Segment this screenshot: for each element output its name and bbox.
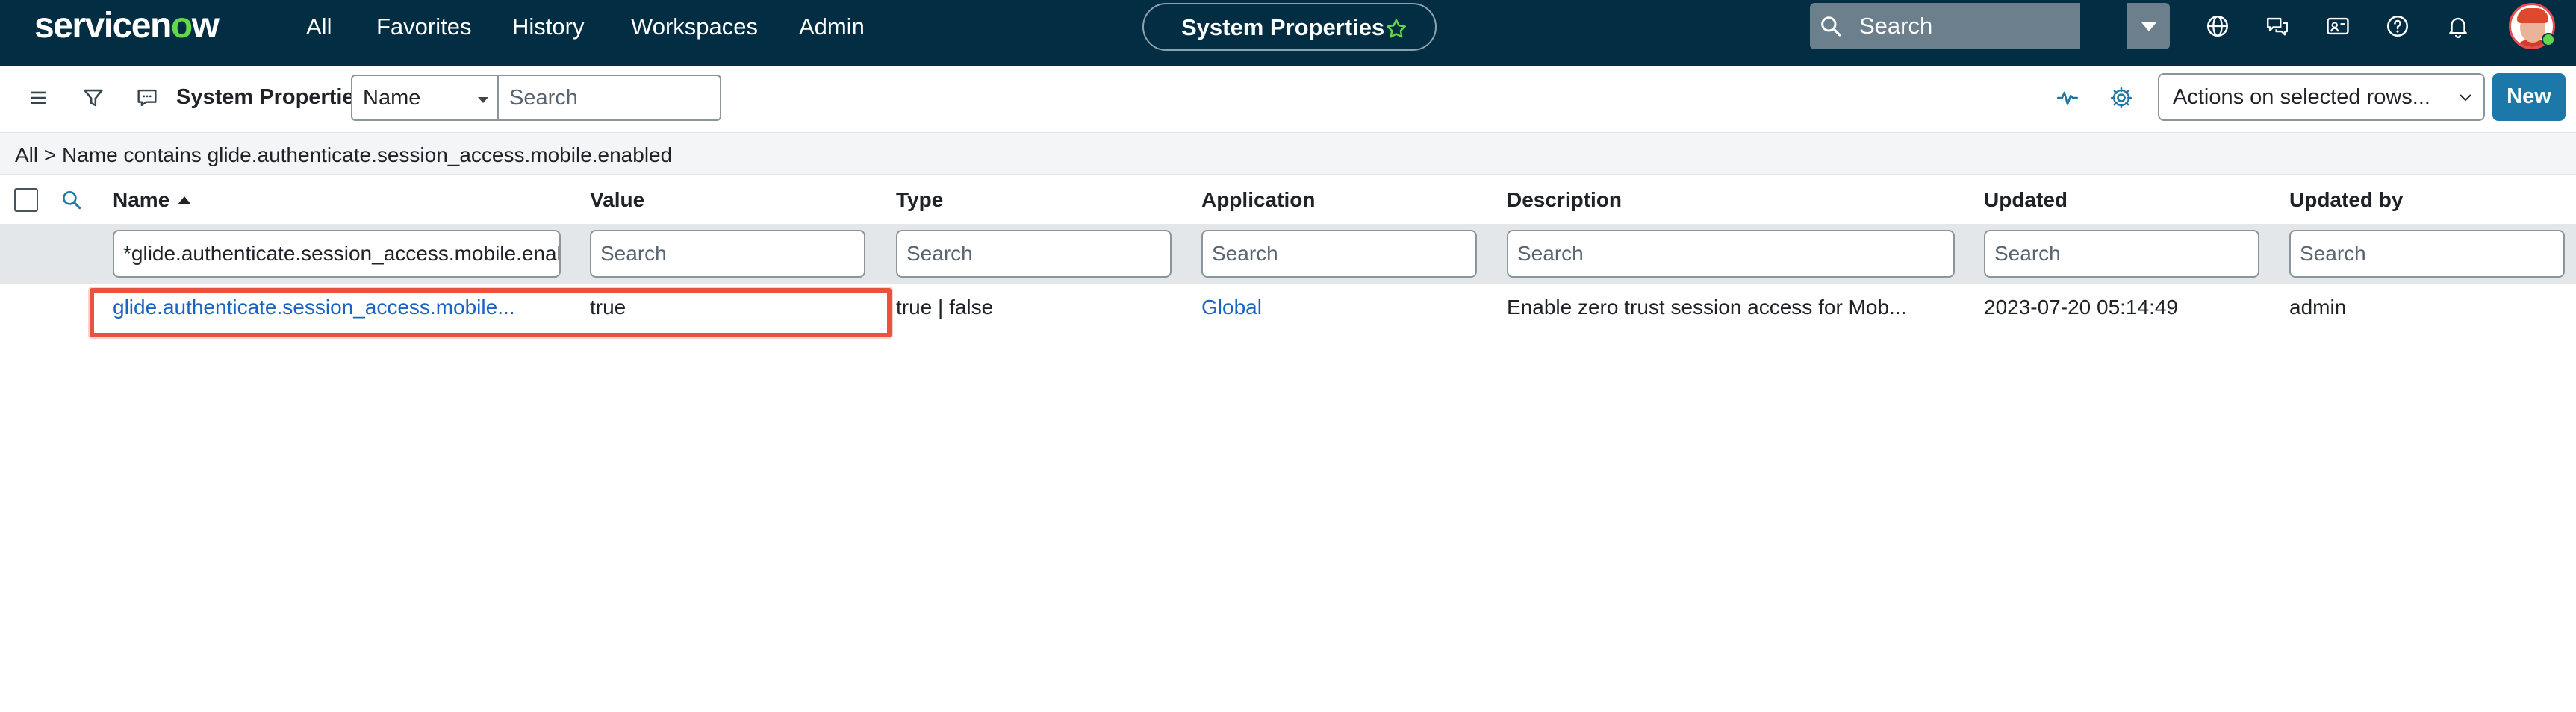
table-row: glide.authenticate.session_access.mobile… bbox=[0, 284, 2576, 333]
cell-application-link[interactable]: Global bbox=[1201, 293, 1262, 322]
breadcrumb-text[interactable]: All > Name contains glide.authenticate.s… bbox=[15, 140, 672, 170]
search-field-select[interactable]: Name bbox=[351, 75, 499, 121]
sort-ascending-icon bbox=[178, 196, 191, 204]
new-button[interactable]: New bbox=[2492, 73, 2566, 121]
presence-status-icon bbox=[2542, 33, 2555, 46]
column-search-row: *glide.authenticate.session_access.mobil… bbox=[0, 224, 2576, 284]
globe-icon[interactable] bbox=[2205, 13, 2230, 39]
nav-admin[interactable]: Admin bbox=[799, 10, 865, 43]
list-title: System Properties bbox=[176, 85, 367, 109]
filter-breadcrumb: All > Name contains glide.authenticate.s… bbox=[0, 133, 2576, 175]
context-title: System Properties bbox=[1181, 14, 1385, 40]
list-toolbar: System Properties Name Search Actions on… bbox=[0, 66, 2576, 133]
global-search-scope-dropdown[interactable] bbox=[2125, 3, 2170, 49]
select-all-checkbox[interactable] bbox=[14, 188, 38, 212]
context-title-pill[interactable]: System Properties bbox=[1142, 3, 1437, 51]
application-column-search-input[interactable]: Search bbox=[1201, 230, 1477, 278]
bell-icon[interactable] bbox=[2445, 13, 2471, 39]
cell-description: Enable zero trust session access for Mob… bbox=[1507, 296, 1907, 319]
search-icon bbox=[1821, 16, 1841, 37]
help-icon[interactable] bbox=[2385, 13, 2410, 39]
column-header-name[interactable]: Name bbox=[113, 185, 169, 215]
nav-workspaces[interactable]: Workspaces bbox=[631, 10, 758, 43]
actions-on-selected-rows-select[interactable]: Actions on selected rows... bbox=[2158, 73, 2485, 121]
list-search-input[interactable]: Search bbox=[497, 75, 721, 121]
cell-type: true | false bbox=[896, 296, 994, 319]
activity-pulse-icon[interactable] bbox=[2055, 85, 2080, 110]
comment-icon[interactable] bbox=[134, 85, 160, 110]
chevron-down-icon bbox=[2460, 94, 2471, 102]
column-header-type[interactable]: Type bbox=[896, 185, 943, 215]
top-navigation-bar: servicenow All Favorites History Workspa… bbox=[0, 0, 2576, 66]
chevron-down-icon bbox=[2141, 22, 2156, 31]
star-icon[interactable] bbox=[1384, 17, 1408, 41]
column-search-toggle-icon[interactable] bbox=[60, 188, 84, 212]
global-search-placeholder: Search bbox=[1859, 13, 1933, 39]
nav-favorites[interactable]: Favorites bbox=[376, 10, 471, 43]
caret-down-icon bbox=[478, 97, 488, 103]
cell-value[interactable]: true bbox=[590, 293, 626, 322]
column-header-updated-by[interactable]: Updated by bbox=[2289, 185, 2403, 215]
cell-updated-by: admin bbox=[2289, 296, 2347, 319]
servicenow-logo[interactable]: servicenow bbox=[34, 1, 220, 51]
updated-by-column-search-input[interactable]: Search bbox=[2289, 230, 2565, 278]
gear-icon[interactable] bbox=[2109, 85, 2134, 110]
table-header-row: Name Value Type Application Description … bbox=[0, 175, 2576, 224]
filter-icon[interactable] bbox=[81, 85, 106, 110]
cell-updated: 2023-07-20 05:14:49 bbox=[1984, 296, 2178, 319]
column-header-value[interactable]: Value bbox=[590, 185, 644, 215]
chat-icon[interactable] bbox=[2265, 13, 2290, 39]
nav-all[interactable]: All bbox=[306, 10, 332, 43]
cell-name-link[interactable]: glide.authenticate.session_access.mobile… bbox=[113, 293, 515, 322]
hamburger-menu-icon[interactable] bbox=[25, 85, 51, 110]
description-column-search-input[interactable]: Search bbox=[1507, 230, 1955, 278]
name-column-search-input[interactable]: *glide.authenticate.session_access.mobil… bbox=[113, 230, 561, 278]
global-search-input[interactable]: Search bbox=[1810, 3, 2080, 49]
nav-history[interactable]: History bbox=[512, 10, 584, 43]
type-column-search-input[interactable]: Search bbox=[896, 230, 1172, 278]
column-header-application[interactable]: Application bbox=[1201, 185, 1315, 215]
updated-column-search-input[interactable]: Search bbox=[1984, 230, 2259, 278]
value-column-search-input[interactable]: Search bbox=[590, 230, 865, 278]
contact-card-icon[interactable] bbox=[2325, 13, 2351, 39]
column-header-description[interactable]: Description bbox=[1507, 185, 1622, 215]
column-header-updated[interactable]: Updated bbox=[1984, 185, 2068, 215]
